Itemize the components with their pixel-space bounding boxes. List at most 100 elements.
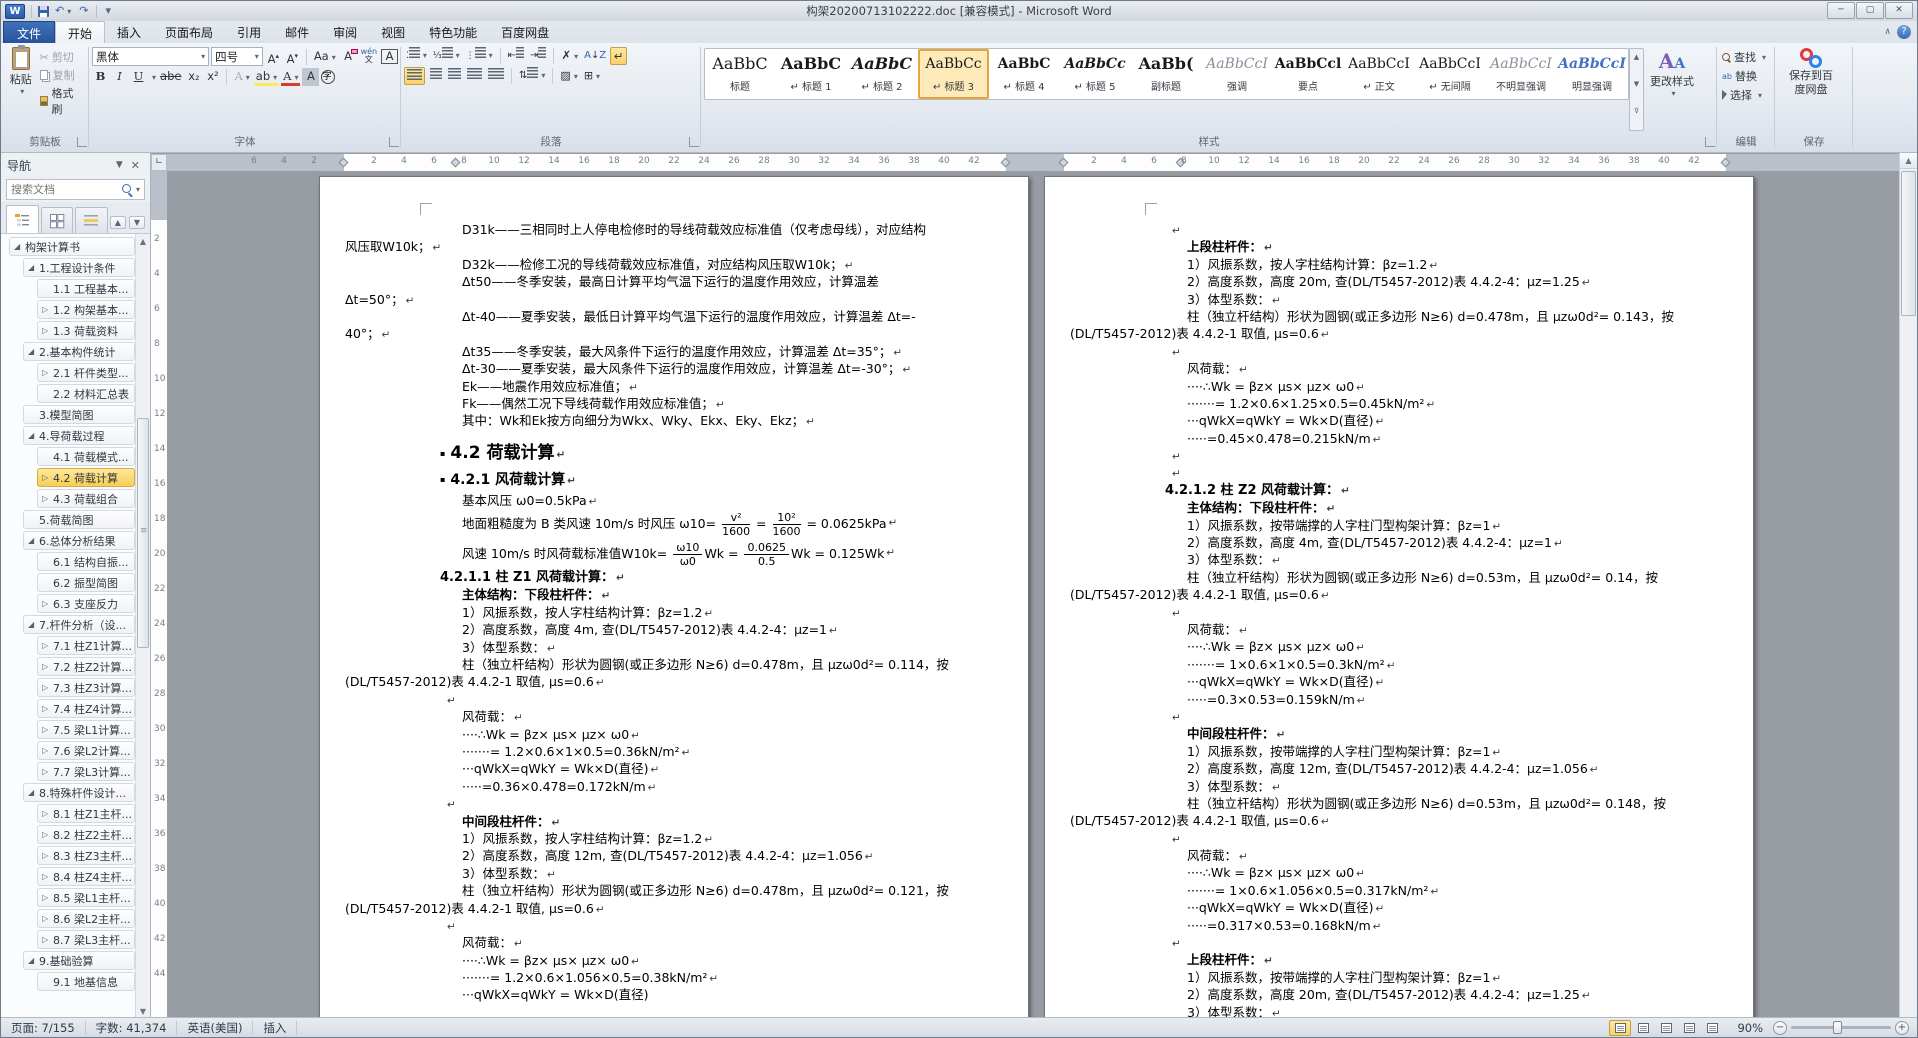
nav-tree-item[interactable]: ◢9.基础验算 xyxy=(23,951,135,970)
search-input[interactable] xyxy=(11,183,122,196)
nav-tree-item[interactable]: ▷8.3 柱Z3主杆... xyxy=(37,846,135,865)
document-canvas[interactable]: D31k——三相同时上人停电检修时的导线荷载效应标准值（仅考虑母线），对应结构风… xyxy=(167,171,1899,1019)
nav-tab-results[interactable] xyxy=(75,207,108,233)
collapsed-icon[interactable]: ▷ xyxy=(42,872,53,881)
view-draft-icon[interactable] xyxy=(1701,1020,1723,1036)
collapsed-icon[interactable]: ▷ xyxy=(42,746,53,755)
style-item[interactable]: AaBbC↵ 标题 1 xyxy=(776,49,847,99)
close-button[interactable]: ✕ xyxy=(1885,2,1913,19)
style-item[interactable]: AaBbCc↵ 标题 3 xyxy=(918,49,989,99)
nav-pane-menu-icon[interactable]: ▼ xyxy=(112,160,127,170)
view-outline-icon[interactable] xyxy=(1678,1020,1700,1036)
view-print-layout-icon[interactable] xyxy=(1609,1020,1631,1036)
distribute-icon[interactable] xyxy=(486,67,506,85)
style-item[interactable]: AaBbC标题 xyxy=(705,49,776,99)
collapsed-icon[interactable]: ▷ xyxy=(42,830,53,839)
grow-font-icon[interactable]: A▴ xyxy=(265,48,282,66)
nav-tree-item[interactable]: 9.1 地基信息 xyxy=(37,972,135,991)
nav-tree-item[interactable]: 2.2 材料汇总表 xyxy=(37,384,135,403)
nav-search-box[interactable]: ▾ xyxy=(6,179,145,200)
nav-tree-item[interactable]: ◢7.杆件分析（设... xyxy=(23,615,135,634)
nav-tree-item[interactable]: ◢1.工程设计条件 xyxy=(23,258,135,277)
expanded-icon[interactable]: ◢ xyxy=(14,242,25,251)
gallery-up-icon[interactable]: ▲ xyxy=(1630,49,1643,76)
borders-icon[interactable]: ⊞▾ xyxy=(582,67,602,85)
multilevel-list-icon[interactable]: ⋮▾ xyxy=(464,47,495,65)
prev-heading-icon[interactable]: ▲ xyxy=(110,216,126,229)
collapsed-icon[interactable]: ▷ xyxy=(42,641,53,650)
tab-stop-selector[interactable]: ∟ xyxy=(151,154,167,171)
underline-icon[interactable]: U xyxy=(130,68,147,86)
cut-button[interactable]: ✂剪切 xyxy=(38,48,86,66)
status-segment[interactable]: 字数: 41,374 xyxy=(86,1021,178,1035)
style-item[interactable]: AaBbC↵ 标题 2 xyxy=(847,49,918,99)
show-marks-icon[interactable]: ↵ xyxy=(610,47,627,65)
nav-tree-item[interactable]: 6.1 结构自振... xyxy=(37,552,135,571)
document-page-1[interactable]: D31k——三相同时上人停电检修时的导线荷载效应标准值（仅考虑母线），对应结构风… xyxy=(319,176,1029,1019)
style-item[interactable]: AaBb(副标题 xyxy=(1131,49,1202,99)
align-right-icon[interactable] xyxy=(446,67,463,85)
numbering-icon[interactable]: ⅓▾ xyxy=(431,47,462,65)
decrease-indent-icon[interactable]: ⇤ xyxy=(506,47,526,65)
nav-tree-item[interactable]: ▷8.5 梁L1主杆... xyxy=(37,888,135,907)
font-size-combo[interactable]: 四号▾ xyxy=(211,47,263,66)
collapsed-icon[interactable]: ▷ xyxy=(42,305,53,314)
nav-tree-item[interactable]: 5.荷载简图 xyxy=(23,510,135,529)
ribbon-tab-特色功能[interactable]: 特色功能 xyxy=(417,21,489,43)
collapsed-icon[interactable]: ▷ xyxy=(42,809,53,818)
enclose-characters-icon[interactable]: 字 xyxy=(321,70,335,84)
zoom-in-icon[interactable]: + xyxy=(1895,1021,1909,1035)
nav-tree-item[interactable]: ◢2.基本构件统计 xyxy=(23,342,135,361)
search-dropdown-icon[interactable]: ▾ xyxy=(136,185,140,194)
collapsed-icon[interactable]: ▷ xyxy=(42,767,53,776)
style-item[interactable]: AaBbCcI↵ 无间隔 xyxy=(1415,49,1486,99)
nav-tree-item[interactable]: ◢4.导荷载过程 xyxy=(23,426,135,445)
subscript-icon[interactable]: x₂ xyxy=(185,68,202,86)
next-heading-icon[interactable]: ▼ xyxy=(129,216,145,229)
horizontal-ruler[interactable]: 6422468101214161820222426283032343638404… xyxy=(167,154,1901,171)
dialog-launcher-icon[interactable] xyxy=(77,137,87,147)
italic-icon[interactable]: I xyxy=(111,68,128,86)
nav-tree-item[interactable]: 6.2 振型简图 xyxy=(37,573,135,592)
copy-button[interactable]: 复制 xyxy=(38,66,86,84)
collapsed-icon[interactable]: ▷ xyxy=(42,326,53,335)
nav-tree-item[interactable]: 3.模型简图 xyxy=(23,405,135,424)
document-scrollbar[interactable]: ▲ xyxy=(1899,153,1917,1019)
nav-tree-item[interactable]: ◢8.特殊杆件设计... xyxy=(23,783,135,802)
ribbon-tab-邮件[interactable]: 邮件 xyxy=(273,21,321,43)
find-button[interactable]: 查找▾ xyxy=(1720,48,1772,66)
status-segment[interactable]: 英语(美国) xyxy=(177,1021,253,1035)
ribbon-tab-审阅[interactable]: 审阅 xyxy=(321,21,369,43)
collapsed-icon[interactable]: ▷ xyxy=(42,851,53,860)
shading-icon[interactable]: ▨▾ xyxy=(558,67,579,85)
expanded-icon[interactable]: ◢ xyxy=(28,536,39,545)
expanded-icon[interactable]: ◢ xyxy=(28,788,39,797)
nav-tree-item[interactable]: 1.1 工程基本... xyxy=(37,279,135,298)
format-painter-button[interactable]: 格式刷 xyxy=(38,84,86,118)
nav-tree-item[interactable]: ▷8.1 柱Z1主杆... xyxy=(37,804,135,823)
nav-tree-item[interactable]: ▷4.2 荷载计算 xyxy=(37,468,135,487)
ribbon-tab-引用[interactable]: 引用 xyxy=(225,21,273,43)
replace-button[interactable]: ab替换 xyxy=(1720,67,1772,85)
style-item[interactable]: AaBbCcl要点 xyxy=(1273,49,1344,99)
style-item[interactable]: AaBbCcI↵ 正文 xyxy=(1344,49,1415,99)
nav-pane-close-icon[interactable]: ✕ xyxy=(127,159,144,172)
nav-tree-item[interactable]: ▷7.4 柱Z4计算... xyxy=(37,699,135,718)
style-item[interactable]: AaBbCcI强调 xyxy=(1202,49,1273,99)
style-item[interactable]: AaBbC↵ 标题 4 xyxy=(989,49,1060,99)
nav-tree-item[interactable]: ▷7.7 梁L3计算... xyxy=(37,762,135,781)
collapsed-icon[interactable]: ▷ xyxy=(42,893,53,902)
nav-tree-item[interactable]: ◢6.总体分析结果 xyxy=(23,531,135,550)
minimize-button[interactable]: ─ xyxy=(1827,2,1855,19)
collapsed-icon[interactable]: ▷ xyxy=(42,935,53,944)
text-effects-icon[interactable]: A▾ xyxy=(232,68,251,86)
nav-tab-headings[interactable] xyxy=(6,205,39,233)
nav-tree-item[interactable]: ▷4.3 荷载组合 xyxy=(37,489,135,508)
collapsed-icon[interactable]: ▷ xyxy=(42,599,53,608)
nav-tree-item[interactable]: ▷7.6 梁L2计算... xyxy=(37,741,135,760)
document-scrollbar-thumb[interactable] xyxy=(1901,171,1916,316)
view-fullscreen-reading-icon[interactable] xyxy=(1632,1020,1654,1036)
nav-tree-item[interactable]: ▷7.5 梁L1计算... xyxy=(37,720,135,739)
vertical-ruler[interactable]: 2468101214161820222426283032343638404244 xyxy=(151,171,167,1019)
line-spacing-icon[interactable]: ⇅▾ xyxy=(517,67,547,85)
